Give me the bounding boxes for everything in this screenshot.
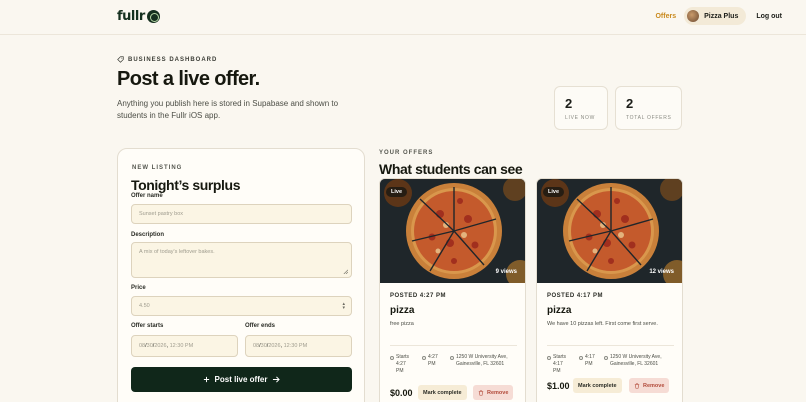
offer-description: free pizza [390, 321, 414, 327]
mark-complete-label: Mark complete [423, 389, 462, 396]
resize-handle-icon[interactable] [343, 269, 348, 274]
avatar [687, 10, 700, 22]
ends-time: 12:30 PM [283, 343, 308, 349]
plus-icon [203, 376, 209, 383]
starts-time: 4:17 PM [553, 361, 563, 374]
offer-name: pizza [547, 305, 572, 316]
remove-button[interactable]: Remove [473, 385, 514, 400]
offer-name-label: Offer name [131, 193, 163, 199]
starts-year: 2026 [154, 343, 167, 349]
clock-icon [390, 356, 394, 360]
starts-meta: Starts 4:27 PM [390, 354, 412, 375]
ends-time: 4:17 PM [585, 354, 595, 367]
price-input[interactable]: 4.50 ▴ ▾ [131, 296, 352, 316]
trash-icon [634, 382, 640, 389]
offer-starts-label: Offer starts [131, 323, 164, 329]
description-textarea[interactable]: A mix of today's leftover bakes. [131, 242, 352, 278]
description-label: Description [131, 232, 165, 238]
logout-button[interactable]: Log out [756, 13, 782, 20]
views-count: 12 views [649, 269, 674, 275]
offer-card[interactable]: Live 12 views POSTED 4:17 PM pizza We ha… [536, 178, 683, 402]
post-live-offer-label: Post live offer [214, 375, 268, 384]
new-listing-form: NEW LISTING Tonight’s surplus Offer name… [117, 148, 365, 402]
price-label: Price [131, 285, 146, 291]
clock-icon [547, 356, 551, 360]
starts-meta: Starts 4:17 PM [547, 354, 569, 375]
offers-kicker: YOUR OFFERS [379, 150, 434, 156]
ends-meta: 4:17 PM [579, 354, 597, 368]
starts-label: Starts [553, 354, 567, 360]
user-name: Pizza Plus [704, 12, 739, 20]
dashboard-kicker: BUSINESS DASHBOARD [117, 56, 217, 63]
divider [390, 345, 517, 346]
dashboard-kicker-text: BUSINESS DASHBOARD [128, 56, 218, 63]
location-pin-icon [450, 356, 454, 360]
stepper-icon[interactable]: ▴ ▾ [342, 302, 345, 311]
ends-year: 2026 [268, 343, 281, 349]
logo-text: fullr [117, 9, 145, 24]
mark-complete-button[interactable]: Mark complete [418, 385, 467, 400]
ends-time: 4:27 PM [428, 354, 438, 367]
arrow-right-icon [273, 376, 281, 383]
form-kicker: NEW LISTING [132, 165, 183, 171]
stat-total-offers: 2 TOTAL OFFERS [615, 86, 682, 130]
offer-name-input[interactable]: Sunset pastry box [131, 204, 352, 224]
offer-starts-input[interactable]: 08/30/2026, 12:30 PM [131, 335, 238, 357]
posted-time: POSTED 4:17 PM [547, 293, 604, 299]
address: 1250 W University Ave, Gainesville, FL 3… [456, 354, 508, 367]
divider [547, 345, 674, 346]
offer-description: We have 10 pizzas left. First come first… [547, 321, 658, 327]
post-live-offer-button[interactable]: Post live offer [131, 367, 352, 392]
starts-time: 4:27 PM [396, 361, 406, 374]
address-meta: 1250 W University Ave, Gainesville, FL 3… [450, 354, 520, 368]
offer-ends-input[interactable]: 08/30/2026, 12:30 PM [245, 335, 352, 357]
tag-icon [117, 56, 124, 63]
stat-live-now: 2 LIVE NOW [554, 86, 608, 130]
address-meta: 1250 W University Ave, Gainesville, FL 3… [604, 354, 678, 368]
live-badge: Live [543, 187, 565, 197]
remove-label: Remove [487, 389, 509, 396]
starts-label: Starts [396, 354, 410, 360]
top-bar: fullr Offers Pizza Plus Log out [0, 0, 806, 35]
mark-complete-label: Mark complete [578, 382, 617, 389]
offer-name-placeholder: Sunset pastry box [139, 211, 184, 217]
ends-meta: 4:27 PM [422, 354, 440, 368]
page-title: Post a live offer. [117, 68, 260, 90]
views-count: 9 views [495, 269, 517, 275]
offer-price: $0.00 [390, 388, 413, 398]
starts-time: 12:30 PM [169, 343, 194, 349]
nav-offers-link[interactable]: Offers [655, 13, 676, 20]
user-menu[interactable]: Pizza Plus [684, 7, 747, 25]
clock-icon [422, 356, 426, 360]
location-pin-icon [604, 356, 608, 360]
stat-total-offers-label: TOTAL OFFERS [626, 115, 672, 121]
offers-title: What students can see [379, 161, 523, 177]
offer-ends-label: Offer ends [245, 323, 276, 329]
logo-mark-icon [146, 10, 160, 23]
description-placeholder: A mix of today's leftover bakes. [139, 249, 215, 255]
trash-icon [478, 389, 484, 396]
clock-icon [579, 356, 583, 360]
posted-time: POSTED 4:27 PM [390, 293, 447, 299]
remove-button[interactable]: Remove [629, 378, 670, 393]
logo[interactable]: fullr [117, 9, 160, 24]
price-placeholder: 4.50 [139, 303, 150, 309]
page-subtitle: Anything you publish here is stored in S… [117, 99, 339, 120]
nav: Offers Pizza Plus Log out [655, 7, 782, 25]
stat-total-offers-value: 2 [626, 96, 634, 111]
mark-complete-button[interactable]: Mark complete [573, 378, 622, 393]
address: 1250 W University Ave, Gainesville, FL 3… [610, 354, 662, 367]
offer-photo: Live 12 views [537, 179, 682, 283]
stat-live-now-label: LIVE NOW [565, 115, 596, 121]
stat-live-now-value: 2 [565, 96, 573, 111]
form-title: Tonight’s surplus [131, 177, 241, 193]
remove-label: Remove [643, 382, 665, 389]
offer-name: pizza [390, 305, 415, 316]
offer-photo: Live 9 views [380, 179, 525, 283]
offer-card[interactable]: Live 9 views POSTED 4:27 PM pizza free p… [379, 178, 526, 402]
live-badge: Live [386, 187, 408, 197]
offer-price: $1.00 [547, 381, 570, 391]
